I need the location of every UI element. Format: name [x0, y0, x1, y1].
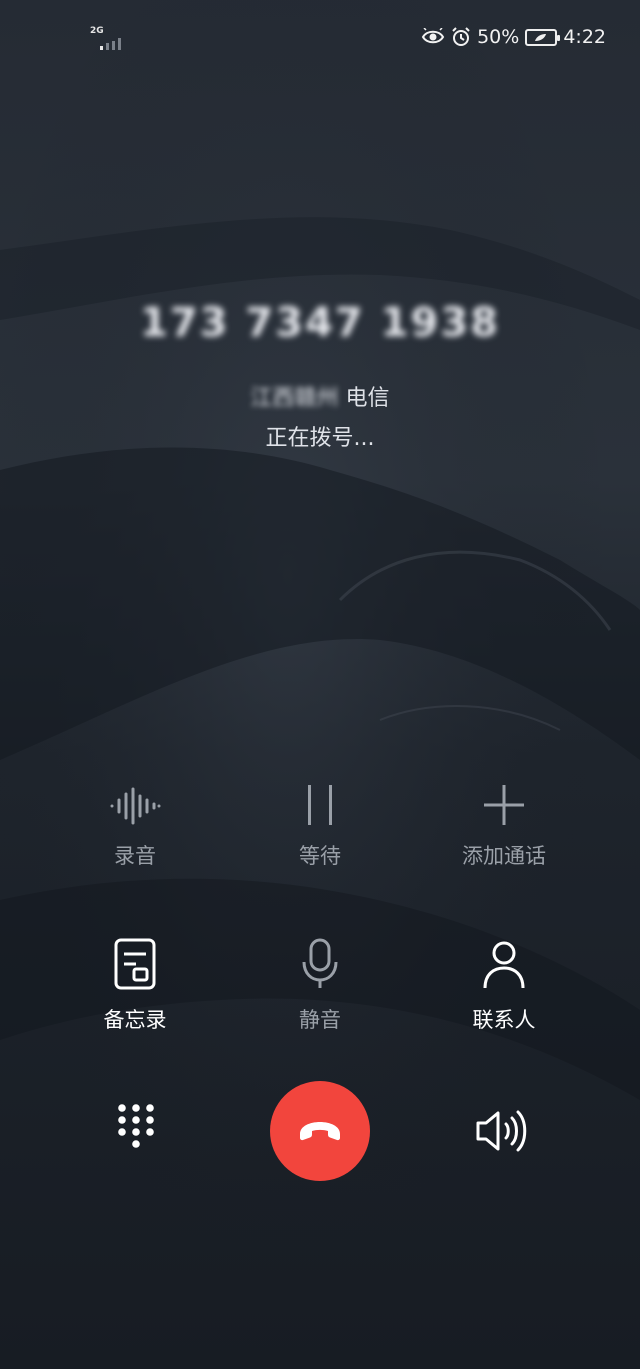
hold-button[interactable]: 等待	[230, 770, 410, 870]
signal-bars-icon	[100, 38, 121, 50]
alarm-icon	[452, 27, 470, 46]
memo-label: 备忘录	[103, 1008, 167, 1032]
contact-icon	[483, 941, 525, 989]
contacts-button[interactable]: 联系人	[414, 934, 594, 1034]
plus-icon	[484, 785, 524, 825]
callee-location: 江西赣州 电信	[0, 380, 640, 412]
pause-icon	[308, 785, 332, 825]
add-call-label: 添加通话	[462, 844, 546, 868]
mute-label: 静音	[299, 1008, 341, 1032]
waveform-icon	[110, 787, 161, 825]
mute-button[interactable]: 静音	[230, 934, 410, 1034]
record-label: 录音	[114, 844, 156, 868]
clock: 4:22	[563, 26, 606, 48]
callee-number: 173 7347 1938	[139, 300, 500, 346]
dialpad-button[interactable]	[110, 1100, 162, 1160]
memo-icon	[114, 938, 156, 990]
location-blurred: 江西赣州	[250, 386, 339, 411]
status-bar: 2G 50% 4:22	[0, 0, 640, 72]
contacts-label: 联系人	[472, 1008, 536, 1032]
speaker-button[interactable]	[474, 1108, 530, 1158]
record-button[interactable]: 录音	[45, 770, 225, 870]
microphone-icon	[302, 938, 338, 988]
add-call-button[interactable]: 添加通话	[414, 770, 594, 870]
hold-label: 等待	[299, 844, 341, 868]
battery-icon	[525, 28, 561, 46]
status-right: 50% 4:22	[421, 24, 606, 50]
eye-comfort-icon	[421, 28, 445, 44]
end-call-button[interactable]	[270, 1081, 370, 1181]
memo-button[interactable]: 备忘录	[45, 934, 225, 1034]
call-status: 正在拨号...	[265, 426, 375, 451]
network-type: 2G	[90, 26, 104, 36]
carrier-name: 电信	[345, 386, 390, 411]
phone-hangup-icon	[300, 1122, 340, 1141]
dialpad-icon	[118, 1104, 154, 1148]
battery-percent: 50%	[477, 26, 520, 48]
speaker-icon	[476, 1110, 527, 1152]
